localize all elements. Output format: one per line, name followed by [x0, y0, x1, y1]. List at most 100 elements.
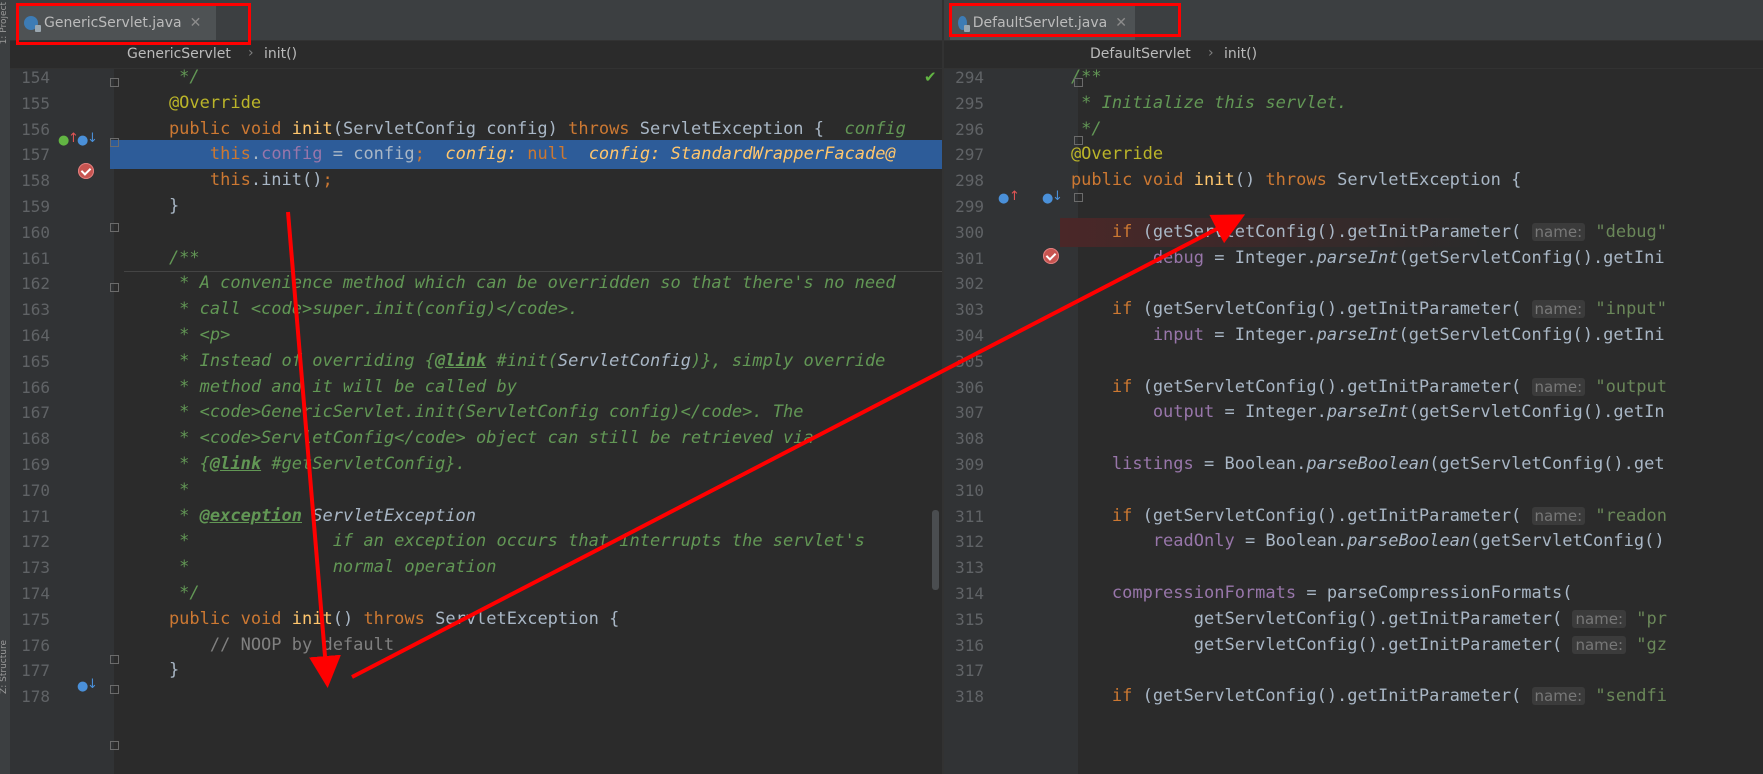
code-line[interactable]: 169 * {@link #getServletConfig}. — [10, 450, 942, 479]
code-line[interactable]: 298 public void init() throws ServletExc… — [944, 166, 1763, 195]
code-line[interactable]: 313 — [944, 553, 1763, 582]
breakpoint-icon[interactable] — [1043, 248, 1059, 264]
code-line[interactable]: 306 if (getServletConfig().getInitParame… — [944, 373, 1763, 402]
code-line[interactable]: 164 * <p> — [10, 321, 942, 350]
code-line[interactable]: 310 — [944, 476, 1763, 505]
code-line[interactable]: 296 */ — [944, 115, 1763, 144]
overridden-down-icon[interactable]: ↓ — [1052, 189, 1063, 204]
code-text: * Instead of overriding {@link #init(Ser… — [128, 347, 885, 376]
code-line[interactable]: 175 public void init() throws ServletExc… — [10, 605, 942, 634]
code-token: if — [1030, 299, 1143, 320]
vertical-scrollbar[interactable] — [932, 510, 939, 590]
code-line[interactable]: 160 — [10, 218, 942, 247]
code-line[interactable]: 304 input = Integer.parseInt(getServletC… — [944, 321, 1763, 350]
code-token: * — [128, 479, 190, 500]
code-line[interactable]: 318 if (getServletConfig().getInitParame… — [944, 682, 1763, 711]
fold-marker-icon[interactable] — [110, 78, 119, 87]
code-line[interactable]: 162 * A convenience method which can be … — [10, 269, 942, 298]
code-line[interactable]: 314 compressionFormats = parseCompressio… — [944, 579, 1763, 608]
line-number: 313 — [955, 558, 984, 578]
overrides-up-icon[interactable]: ↑ — [1009, 189, 1020, 204]
code-text: * call <code>super.init(config)</code>. — [128, 295, 578, 324]
code-line[interactable]: 299 — [944, 192, 1763, 221]
code-token: */ — [128, 67, 200, 87]
line-number: 303 — [955, 300, 984, 320]
code-line[interactable]: 158 this.init(); — [10, 166, 942, 195]
code-line[interactable]: 297 @Override — [944, 140, 1763, 169]
overrides-icon[interactable]: ● — [998, 191, 1009, 206]
code-line[interactable]: 159 } — [10, 192, 942, 221]
code-line[interactable]: 166 * method and it will be called by — [10, 373, 942, 402]
fold-marker-icon[interactable] — [110, 138, 119, 147]
code-line[interactable]: 167 * <code>GenericServlet.init(ServletC… — [10, 398, 942, 427]
code-line[interactable]: 170 * — [10, 476, 942, 505]
code-line[interactable]: 154 */ — [10, 63, 942, 92]
code-line[interactable]: 308 — [944, 424, 1763, 453]
code-line[interactable]: 316 getServletConfig().getInitParameter(… — [944, 631, 1763, 660]
code-line[interactable]: 307 output = Integer.parseInt(getServlet… — [944, 398, 1763, 427]
code-token: "sendfi — [1585, 686, 1668, 707]
fold-marker-icon[interactable] — [110, 223, 119, 232]
line-number: 175 — [21, 609, 50, 629]
code-line[interactable]: 178 — [10, 682, 942, 711]
breadcrumb-method[interactable]: init() — [1224, 46, 1257, 62]
line-number: 302 — [955, 274, 984, 294]
code-line[interactable]: 174 */ — [10, 579, 942, 608]
code-editor-left[interactable]: 154 */155 @Override 156 public void init(… — [10, 67, 942, 774]
code-line[interactable]: 309 listings = Boolean.parseBoolean(getS… — [944, 450, 1763, 479]
code-editor-right[interactable]: 294 /** 295 * Initialize this servlet. 296… — [944, 67, 1763, 774]
code-line[interactable]: 300 if (getServletConfig().getInitParame… — [944, 217, 1763, 247]
code-token: getServletConfig().getInitParameter( — [1030, 608, 1573, 629]
breadcrumb-class[interactable]: GenericServlet — [127, 46, 231, 62]
code-line[interactable]: 156 public void init(ServletConfig confi… — [10, 115, 942, 144]
code-text: readOnly = Boolean.parseBoolean(getServl… — [1030, 527, 1665, 556]
code-token: @Override — [128, 92, 262, 113]
parameter-hint: name: — [1531, 222, 1586, 241]
line-number: 176 — [21, 635, 50, 655]
fold-marker-icon[interactable] — [110, 283, 119, 292]
code-line[interactable]: 163 * call <code>super.init(config)</cod… — [10, 295, 942, 324]
overridden-down-icon[interactable]: ↓ — [87, 131, 98, 146]
code-line[interactable]: 172 * if an exception occurs that interr… — [10, 527, 942, 556]
code-line[interactable]: 294 /** — [944, 63, 1763, 92]
code-line[interactable]: 173 * normal operation — [10, 553, 942, 582]
code-line[interactable]: 302 — [944, 269, 1763, 298]
code-line[interactable]: 176 // NOOP by default — [10, 631, 942, 660]
code-token: config: — [445, 144, 528, 165]
code-line[interactable]: 168 * <code>ServletConfig</code> object … — [10, 424, 942, 453]
code-line[interactable]: 312 readOnly = Boolean.parseBoolean(getS… — [944, 527, 1763, 556]
code-line[interactable]: 317 — [944, 656, 1763, 685]
project-tool-label[interactable]: 1: Project — [0, 2, 9, 44]
fold-marker-icon[interactable] — [1074, 193, 1083, 202]
fold-marker-icon[interactable] — [110, 685, 119, 694]
code-token: init — [291, 608, 333, 629]
fold-marker-icon[interactable] — [110, 741, 119, 750]
overridden-down-icon[interactable]: ↓ — [87, 677, 98, 692]
code-token: this — [128, 144, 251, 165]
parameter-hint: name: — [1572, 635, 1627, 654]
code-token: init — [291, 118, 333, 139]
code-line[interactable]: 171 * @exception ServletException — [10, 502, 942, 531]
code-token: StandardWrapperFacade@ — [670, 144, 896, 165]
code-line[interactable]: 311 if (getServletConfig().getInitParame… — [944, 502, 1763, 531]
breadcrumb-method[interactable]: init() — [264, 46, 297, 62]
code-line[interactable]: 301 debug = Integer.parseInt(getServletC… — [944, 244, 1763, 273]
method-separator — [124, 271, 942, 272]
fold-marker-icon[interactable] — [110, 655, 119, 664]
breakpoint-icon[interactable] — [78, 163, 94, 179]
code-line[interactable]: 165 * Instead of overriding {@link #init… — [10, 347, 942, 376]
code-line[interactable]: 315 getServletConfig().getInitParameter(… — [944, 605, 1763, 634]
code-line[interactable]: 161 /** — [10, 244, 942, 273]
structure-tool-label[interactable]: Z: Structure — [0, 640, 9, 694]
code-token: (getServletConfig().getInitParameter( — [1142, 686, 1532, 707]
code-line[interactable]: 295 * Initialize this servlet. — [944, 89, 1763, 118]
code-line[interactable]: 157 this.config = config; config: null c… — [10, 140, 942, 170]
code-line[interactable]: 177 } — [10, 656, 942, 685]
fold-marker-icon[interactable] — [1074, 136, 1083, 145]
code-line[interactable]: 155 @Override — [10, 89, 942, 118]
fold-marker-icon[interactable] — [1074, 78, 1083, 87]
code-line[interactable]: 303 if (getServletConfig().getInitParame… — [944, 295, 1763, 324]
breadcrumb-class[interactable]: DefaultServlet — [1090, 46, 1191, 62]
code-token: = Integer. — [1204, 247, 1317, 268]
code-line[interactable]: 305 — [944, 347, 1763, 376]
